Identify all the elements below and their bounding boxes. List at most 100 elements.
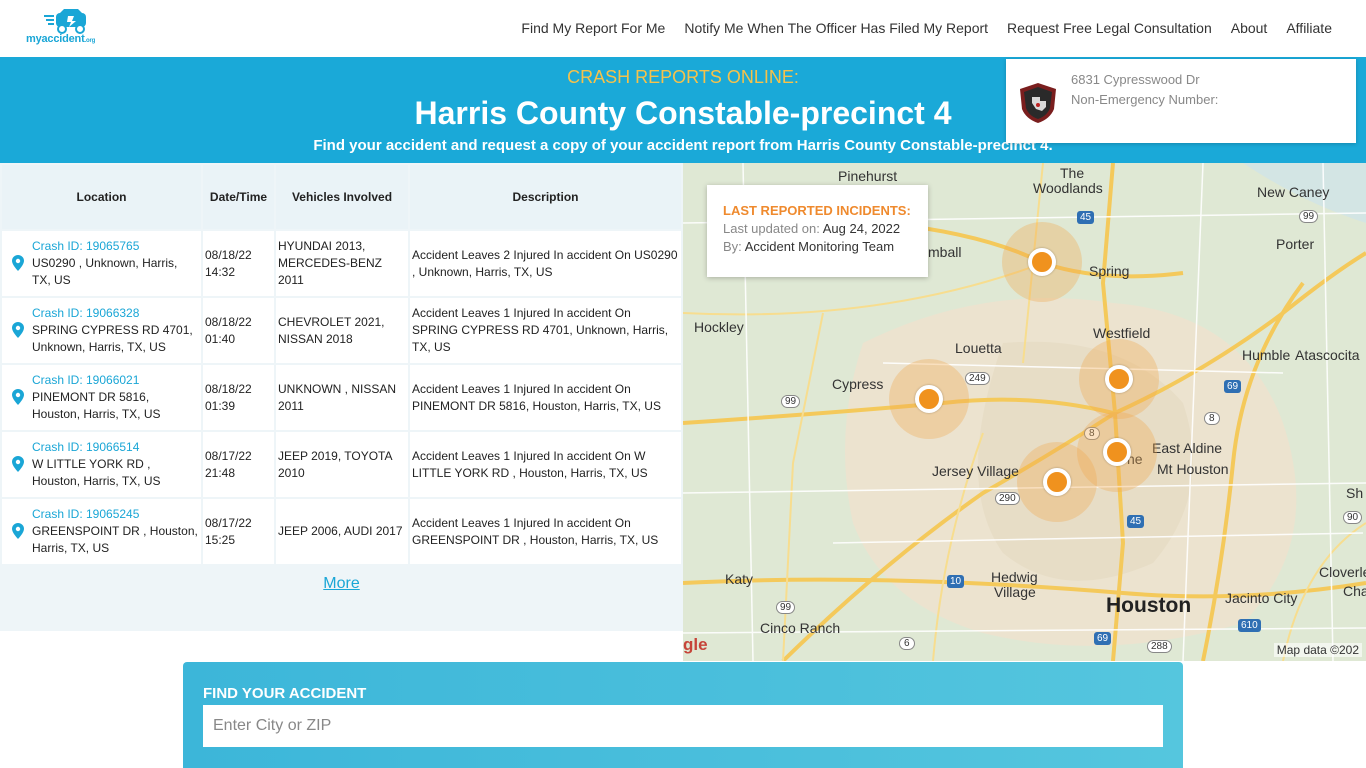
description-cell: Accident Leaves 1 Injured In accident On… bbox=[410, 499, 681, 564]
column-header-description: Description bbox=[410, 165, 681, 229]
location-pin-icon bbox=[12, 523, 24, 539]
incident-marker[interactable] bbox=[1017, 442, 1097, 522]
logo-wordmark: myaccident.org bbox=[26, 33, 96, 45]
find-accident-label: FIND YOUR ACCIDENT bbox=[203, 685, 367, 702]
map-place-label: mball bbox=[928, 244, 962, 260]
incident-marker-dot bbox=[1103, 438, 1131, 466]
highway-shield: 99 bbox=[781, 395, 801, 408]
vehicles-cell: JEEP 2006, AUDI 2017 bbox=[276, 499, 408, 564]
table-header-row: Location Date/Time Vehicles Involved Des… bbox=[2, 165, 681, 229]
location-text: W LITTLE YORK RD , Houston, Harris, TX, … bbox=[32, 457, 161, 488]
description-cell: Accident Leaves 1 Injured In accident On… bbox=[410, 298, 681, 363]
incidents-map[interactable]: Pinehurst The Woodlands New Caney Porter… bbox=[683, 163, 1366, 661]
location-pin-icon bbox=[12, 389, 24, 405]
map-place-label: Woodlands bbox=[1033, 180, 1103, 196]
agency-address: 6831 Cypresswood Dr bbox=[1071, 72, 1200, 87]
location-text: PINEMONT DR 5816, Houston, Harris, TX, U… bbox=[32, 390, 161, 421]
map-place-label: Village bbox=[994, 584, 1036, 600]
site-logo[interactable]: myaccident.org bbox=[26, 9, 108, 49]
map-place-label: New Caney bbox=[1257, 184, 1330, 200]
map-place-label: Cha bbox=[1343, 583, 1366, 599]
more-link[interactable]: More bbox=[323, 575, 359, 592]
incident-marker[interactable] bbox=[1002, 222, 1082, 302]
location-text: US0290 , Unknown, Harris, TX, US bbox=[32, 256, 178, 287]
highway-shield: 90 bbox=[1343, 511, 1363, 524]
map-place-label: Louetta bbox=[955, 340, 1002, 356]
map-place-label: Cypress bbox=[832, 376, 884, 392]
incident-marker-dot bbox=[1043, 468, 1071, 496]
vehicles-cell: UNKNOWN , NISSAN 2011 bbox=[276, 365, 408, 430]
nav-legal-consultation[interactable]: Request Free Legal Consultation bbox=[1007, 20, 1212, 36]
highway-shield: 6 bbox=[899, 637, 915, 650]
location-text: SPRING CYPRESS RD 4701, Unknown, Harris,… bbox=[32, 323, 193, 354]
map-place-label: Katy bbox=[725, 571, 754, 587]
nav-affiliate[interactable]: Affiliate bbox=[1286, 20, 1332, 36]
description-cell: Accident Leaves 1 Injured In accident On… bbox=[410, 365, 681, 430]
location-pin-icon bbox=[12, 456, 24, 472]
crash-id-link[interactable]: Crash ID: 19066328 bbox=[32, 305, 199, 322]
table-row[interactable]: Crash ID: 19066328 SPRING CYPRESS RD 470… bbox=[2, 298, 681, 363]
last-incidents-title: LAST REPORTED INCIDENTS: bbox=[723, 203, 911, 218]
interstate-shield: 45 bbox=[1077, 211, 1095, 224]
location-pin-icon bbox=[12, 255, 24, 271]
nav-about[interactable]: About bbox=[1231, 20, 1268, 36]
highway-shield: 249 bbox=[965, 372, 990, 385]
table-row[interactable]: Crash ID: 19066514 W LITTLE YORK RD , Ho… bbox=[2, 432, 681, 497]
datetime-cell: 08/17/22 21:48 bbox=[203, 432, 274, 497]
incident-marker[interactable] bbox=[1079, 339, 1159, 419]
table-row[interactable]: Crash ID: 19065765 US0290 , Unknown, Har… bbox=[2, 231, 681, 296]
top-navigation-bar: myaccident.org Find My Report For Me Not… bbox=[0, 0, 1366, 57]
map-data-credit[interactable]: Map data ©202 bbox=[1273, 643, 1362, 657]
highway-shield: 290 bbox=[995, 492, 1020, 505]
map-place-label: The bbox=[1060, 165, 1085, 181]
interstate-shield: 69 bbox=[1224, 380, 1242, 393]
main-nav: Find My Report For Me Notify Me When The… bbox=[521, 20, 1332, 36]
location-cell: Crash ID: 19066328 SPRING CYPRESS RD 470… bbox=[2, 298, 201, 363]
interstate-shield: 69 bbox=[1094, 632, 1112, 645]
map-place-label: Spring bbox=[1089, 263, 1130, 279]
location-cell: Crash ID: 19065765 US0290 , Unknown, Har… bbox=[2, 231, 201, 296]
highway-shield: 8 bbox=[1204, 412, 1220, 425]
incident-marker[interactable] bbox=[889, 359, 969, 439]
map-place-label: Cinco Ranch bbox=[760, 620, 841, 636]
city-zip-search-input[interactable] bbox=[203, 705, 1163, 747]
car-logo-icon bbox=[44, 9, 86, 34]
column-header-datetime: Date/Time bbox=[203, 165, 274, 229]
map-place-label: Porter bbox=[1276, 236, 1315, 252]
crash-id-link[interactable]: Crash ID: 19065765 bbox=[32, 238, 199, 255]
datetime-cell: 08/18/22 14:32 bbox=[203, 231, 274, 296]
find-accident-panel: FIND YOUR ACCIDENT bbox=[183, 662, 1183, 768]
location-cell: Crash ID: 19066514 W LITTLE YORK RD , Ho… bbox=[2, 432, 201, 497]
highway-shield: 99 bbox=[1299, 210, 1319, 223]
incident-marker-dot bbox=[1028, 248, 1056, 276]
map-place-label: Atascocita bbox=[1295, 347, 1360, 363]
location-cell: Crash ID: 19066021 PINEMONT DR 5816, Hou… bbox=[2, 365, 201, 430]
incident-marker-dot bbox=[915, 385, 943, 413]
highway-shield: 288 bbox=[1147, 640, 1172, 653]
map-place-label: Mt Houston bbox=[1157, 461, 1229, 477]
nav-notify-me[interactable]: Notify Me When The Officer Has Filed My … bbox=[684, 20, 988, 36]
table-row[interactable]: Crash ID: 19065245 GREENSPOINT DR , Hous… bbox=[2, 499, 681, 564]
incidents-table-panel: Location Date/Time Vehicles Involved Des… bbox=[0, 163, 683, 631]
column-header-vehicles: Vehicles Involved bbox=[276, 165, 408, 229]
table-row[interactable]: Crash ID: 19066021 PINEMONT DR 5816, Hou… bbox=[2, 365, 681, 430]
crash-id-link[interactable]: Crash ID: 19066514 bbox=[32, 439, 199, 456]
location-pin-icon bbox=[12, 322, 24, 338]
map-place-label: Humble bbox=[1242, 347, 1291, 363]
datetime-cell: 08/17/22 15:25 bbox=[203, 499, 274, 564]
nav-find-my-report[interactable]: Find My Report For Me bbox=[521, 20, 665, 36]
vehicles-cell: CHEVROLET 2021, NISSAN 2018 bbox=[276, 298, 408, 363]
vehicles-cell: HYUNDAI 2013, MERCEDES-BENZ 2011 bbox=[276, 231, 408, 296]
description-cell: Accident Leaves 1 Injured In accident On… bbox=[410, 432, 681, 497]
agency-info-card: 6831 Cypresswood Dr Non-Emergency Number… bbox=[1006, 59, 1356, 143]
crash-id-link[interactable]: Crash ID: 19065245 bbox=[32, 506, 199, 523]
map-place-label: Cloverleaf bbox=[1319, 564, 1366, 580]
location-cell: Crash ID: 19065245 GREENSPOINT DR , Hous… bbox=[2, 499, 201, 564]
location-text: GREENSPOINT DR , Houston, Harris, TX, US bbox=[32, 524, 198, 555]
vehicles-cell: JEEP 2019, TOYOTA 2010 bbox=[276, 432, 408, 497]
map-place-label: Hockley bbox=[694, 319, 744, 335]
incidents-table: Location Date/Time Vehicles Involved Des… bbox=[0, 163, 683, 566]
map-place-label: Pinehurst bbox=[838, 168, 898, 184]
map-place-label: East Aldine bbox=[1152, 440, 1223, 456]
crash-id-link[interactable]: Crash ID: 19066021 bbox=[32, 372, 199, 389]
